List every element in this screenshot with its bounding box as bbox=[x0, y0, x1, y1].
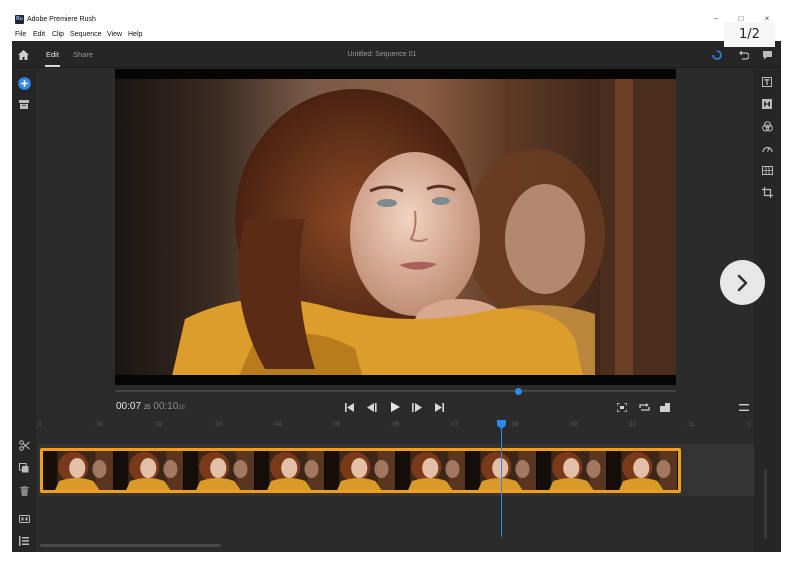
go-to-end-button[interactable] bbox=[432, 401, 446, 413]
left-toolbar bbox=[12, 69, 36, 552]
current-time: 00:07 bbox=[116, 401, 142, 412]
split-icon[interactable] bbox=[17, 438, 31, 452]
project-icon[interactable] bbox=[17, 97, 31, 111]
clip-thumbnails bbox=[43, 451, 678, 490]
ruler-tick: :02 bbox=[154, 422, 163, 428]
clip-thumbnail bbox=[184, 451, 255, 490]
menu-sequence[interactable]: Sequence bbox=[70, 30, 102, 40]
menu-file[interactable]: File bbox=[15, 30, 26, 40]
minimize-button[interactable]: – bbox=[709, 14, 723, 24]
ruler-tick: :05 bbox=[332, 422, 341, 428]
ruler-tick: :09 bbox=[569, 422, 578, 428]
clip-thumbnail bbox=[395, 451, 467, 490]
total-time: 00:10 bbox=[153, 401, 179, 412]
timecode-display: 00:07 25 00:1026 bbox=[116, 401, 185, 414]
play-button[interactable] bbox=[388, 401, 402, 413]
step-forward-button[interactable] bbox=[410, 401, 424, 413]
clip-thumbnail bbox=[43, 451, 114, 490]
page-indicator: 1/2 bbox=[724, 22, 775, 47]
window-title-bar: Ru Adobe Premiere Rush – □ × bbox=[0, 0, 795, 29]
menu-view[interactable]: View bbox=[107, 30, 122, 40]
chevron-right-icon bbox=[737, 274, 747, 291]
duplicate-icon[interactable] bbox=[17, 461, 31, 475]
loop-icon[interactable] bbox=[637, 401, 651, 413]
menu-clip[interactable]: Clip bbox=[52, 30, 64, 40]
ruler-tick: :03 bbox=[214, 422, 223, 428]
timeline-horizontal-scrollbar[interactable] bbox=[40, 544, 221, 547]
delete-icon[interactable] bbox=[17, 484, 31, 498]
fit-to-screen-icon[interactable] bbox=[615, 401, 629, 413]
transitions-icon[interactable] bbox=[760, 97, 774, 111]
app-top-bar: Edit Share Untitled: Sequence 01 bbox=[12, 41, 781, 68]
menu-bar: File Edit Clip Sequence View Help bbox=[0, 29, 795, 41]
scrubber-handle[interactable] bbox=[515, 388, 522, 395]
loading-spinner-icon bbox=[710, 48, 724, 62]
ruler-tick: :07 bbox=[450, 422, 459, 428]
clip-thumbnail bbox=[325, 451, 396, 490]
color-icon[interactable] bbox=[760, 119, 774, 133]
ruler-tick: :10 bbox=[628, 422, 637, 428]
ruler-tick: :01 bbox=[95, 422, 104, 428]
crop-transform-icon[interactable] bbox=[760, 185, 774, 199]
current-frames: 25 bbox=[143, 405, 151, 411]
timeline-ruler[interactable]: 0 :01 :02 :03 :04 :05 :06 :07 :08 :09 :1… bbox=[38, 420, 754, 432]
undo-icon[interactable] bbox=[736, 48, 750, 62]
right-toolbar bbox=[754, 69, 781, 552]
go-to-start-button[interactable] bbox=[343, 401, 357, 413]
total-frames: 26 bbox=[178, 405, 185, 411]
ruler-tick: :1 bbox=[746, 422, 752, 428]
menu-edit[interactable]: Edit bbox=[33, 30, 45, 40]
audio-icon[interactable] bbox=[760, 163, 774, 177]
titles-icon[interactable] bbox=[760, 75, 774, 89]
tab-share[interactable]: Share bbox=[73, 49, 93, 60]
video-preview[interactable] bbox=[115, 69, 676, 385]
ruler-tick: :08 bbox=[510, 422, 519, 428]
playhead-line bbox=[501, 421, 502, 537]
clip-thumbnail bbox=[113, 451, 185, 490]
speed-icon[interactable] bbox=[760, 141, 774, 155]
ruler-tick: :06 bbox=[391, 422, 400, 428]
sequence-title: Untitled: Sequence 01 bbox=[347, 51, 417, 58]
panel-menu-icon[interactable] bbox=[737, 401, 751, 413]
window-title: Adobe Premiere Rush bbox=[27, 16, 96, 23]
step-back-button[interactable] bbox=[365, 401, 379, 413]
add-media-icon[interactable] bbox=[17, 76, 31, 90]
screenshot-frame: Ru Adobe Premiere Rush – □ × File Edit C… bbox=[0, 0, 795, 564]
menu-help[interactable]: Help bbox=[128, 30, 142, 40]
active-tab-indicator bbox=[45, 65, 60, 67]
fullscreen-icon[interactable] bbox=[658, 401, 672, 413]
clip-thumbnail bbox=[536, 451, 608, 490]
clip-thumbnail bbox=[254, 451, 326, 490]
preview-frame-image bbox=[115, 69, 676, 385]
tab-edit[interactable]: Edit bbox=[46, 49, 59, 60]
preview-scrubber[interactable] bbox=[115, 390, 676, 392]
next-slide-button[interactable] bbox=[720, 260, 765, 305]
ruler-tick: :11 bbox=[687, 422, 695, 428]
track-controls-icon[interactable] bbox=[17, 512, 31, 526]
app-logo-icon: Ru bbox=[15, 15, 24, 24]
ruler-tick: :04 bbox=[273, 422, 282, 428]
track-list-icon[interactable] bbox=[17, 534, 31, 548]
ruler-tick: 0 bbox=[38, 422, 42, 428]
feedback-icon[interactable] bbox=[760, 48, 774, 62]
clip-thumbnail bbox=[607, 451, 678, 490]
app-workspace: Edit Share Untitled: Sequence 01 00:07 2… bbox=[12, 41, 781, 552]
timeline-vertical-scrollbar[interactable] bbox=[764, 469, 767, 539]
home-icon[interactable] bbox=[16, 48, 30, 62]
